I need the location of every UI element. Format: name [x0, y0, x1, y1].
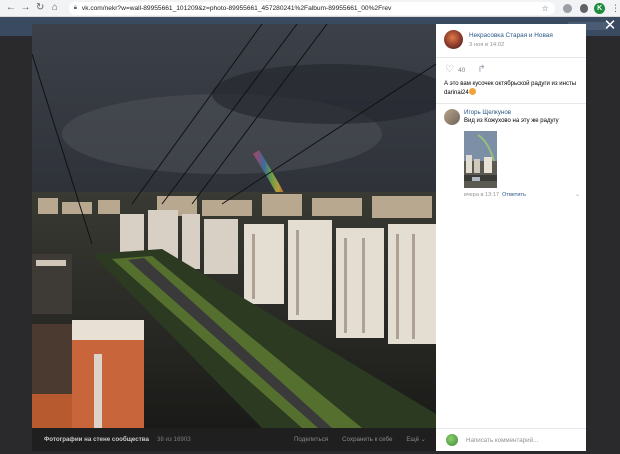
address-url: vk.com/nekr?w=wall-89955661_101209&z=pho…	[81, 4, 392, 12]
comment-meta: вчера в 13:17 Ответить	[464, 192, 526, 198]
extension-icon[interactable]	[562, 3, 572, 13]
post-text-body: А это вам кусочек октябрьской радуги из …	[444, 81, 577, 97]
extension-icon[interactable]	[579, 3, 589, 13]
photo-viewer: Фотографии на стене сообщества 38 из 169…	[32, 24, 586, 451]
comment-author-link[interactable]: Игорь Щелкунов	[464, 109, 511, 116]
profile-avatar[interactable]: K	[594, 2, 606, 14]
comment-composer	[436, 428, 586, 451]
post-sidebar: Некрасовка Старая и Новая 3 ноя в 14:02 …	[436, 24, 586, 451]
like-count: 40	[457, 66, 466, 74]
group-avatar[interactable]	[444, 30, 463, 49]
photo-footer: Фотографии на стене сообщества 38 из 169…	[32, 428, 436, 451]
divider	[436, 57, 586, 58]
save-to-album-button[interactable]: Сохранить к себе	[342, 436, 392, 443]
reply-link[interactable]: Ответить	[502, 192, 526, 198]
commenter-avatar[interactable]	[444, 109, 460, 125]
group-name-link[interactable]: Некрасовка Старая и Новая	[469, 32, 553, 39]
browser-toolbar: ← → ↻ ⌂ 🔒︎ vk.com/nekr?w=wall-89955661_1…	[0, 0, 620, 17]
share-arrow-icon[interactable]: ↱	[477, 65, 485, 75]
heart-eyes-emoji-icon	[468, 88, 476, 96]
heart-icon[interactable]: ♡	[445, 65, 454, 75]
comment-input[interactable]	[466, 434, 580, 446]
chevron-down-icon[interactable]: ⌄	[575, 191, 580, 198]
album-title[interactable]: Фотографии на стене сообщества	[44, 436, 149, 443]
forward-arrow-icon[interactable]: →	[20, 1, 32, 15]
lock-icon: 🔒︎	[73, 4, 77, 11]
photo-counter: 38 из 16903	[156, 436, 191, 443]
comment-time[interactable]: вчера в 13:17	[464, 192, 499, 198]
post-text: А это вам кусочек октябрьской радуги из …	[444, 80, 582, 97]
back-arrow-icon[interactable]: ←	[5, 1, 17, 15]
post-date[interactable]: 3 ноя в 14:02	[469, 42, 504, 48]
current-user-avatar	[446, 434, 458, 446]
browser-menu-icon[interactable]: ⋮	[611, 3, 620, 13]
star-icon[interactable]: ☆	[542, 4, 549, 13]
close-icon[interactable]: ✕	[603, 17, 617, 35]
share-button[interactable]: Поделиться	[294, 436, 328, 443]
comment-text: Вид из Кожухово на эту же радугу	[464, 118, 559, 124]
address-bar[interactable]: 🔒︎ vk.com/nekr?w=wall-89955661_101209&z=…	[68, 1, 555, 15]
home-icon[interactable]: ⌂	[49, 1, 61, 15]
divider	[436, 103, 586, 104]
post-header: Некрасовка Старая и Новая 3 ноя в 14:02	[444, 30, 584, 52]
comment-photo-thumbnail[interactable]	[464, 131, 497, 188]
more-button[interactable]: Ещё ⌄	[406, 436, 426, 443]
reactions-row: ♡ 40 ↱	[445, 64, 486, 76]
rainbow-photo[interactable]	[32, 24, 436, 428]
reload-icon[interactable]: ↻	[34, 1, 46, 15]
